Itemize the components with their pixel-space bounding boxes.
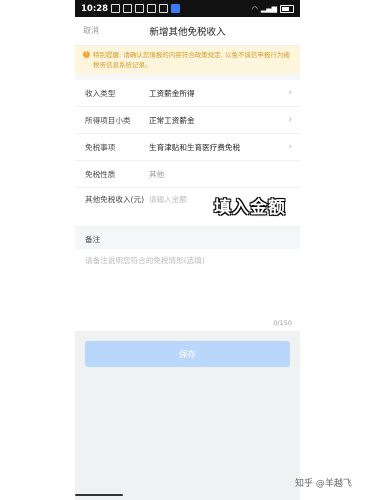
cancel-button[interactable]: 取消 — [83, 25, 99, 36]
save-area: 保存 — [75, 331, 300, 500]
status-time: 10:28 — [81, 3, 109, 14]
notice-banner: ! 特别提醒: 请确认您填报的内容符合政策规定, 以免不诚信申报行为被税务信息系… — [75, 46, 300, 74]
exemption-nature-value: 其他 — [149, 169, 165, 179]
signal-icon: ▂▄▆ — [260, 4, 277, 13]
page-title: 新增其他免税收入 — [149, 27, 226, 38]
nav-bar: 取消 新增其他免税收入 — [75, 17, 300, 46]
income-subcategory-value: 正常工资薪金 — [149, 115, 195, 125]
amount-label: 其他免税收入(元) — [85, 195, 145, 204]
wifi-icon: ◠ — [251, 4, 258, 13]
chevron-right-icon: › — [288, 115, 292, 125]
app-icon — [135, 4, 145, 13]
chevron-right-icon: › — [288, 142, 292, 152]
char-counter: 0/150 — [273, 319, 292, 327]
income-subcategory-label: 所得项目小类 — [85, 115, 131, 125]
app-icon — [171, 4, 181, 13]
status-left: 10:28 — [81, 3, 181, 14]
app-icon — [123, 4, 133, 13]
income-type-label: 收入类型 — [85, 88, 116, 98]
warning-icon: ! — [83, 51, 90, 58]
phone-screen: 10:28 ◠ ▂▄▆ 取消 新增其他免税收入 ! 特别提醒: 请确认您填报的内… — [75, 0, 300, 500]
remarks-placeholder: 请备注说明您符合的免税情形(选填) — [85, 256, 205, 265]
status-right: ◠ ▂▄▆ — [251, 4, 294, 13]
home-indicator[interactable] — [75, 494, 123, 496]
income-subcategory-row[interactable]: 所得项目小类 正常工资薪金 › — [75, 107, 300, 134]
battery-icon — [280, 4, 294, 13]
exemption-nature-label: 免税性质 — [85, 169, 116, 179]
watermark: 知乎 @羊越飞 — [295, 479, 352, 489]
app-icon — [147, 4, 157, 13]
exemption-item-value: 生育津贴和生育医疗费免税 — [149, 142, 241, 152]
remarks-label: 备注 — [75, 227, 300, 249]
income-type-value: 工资薪金所得 — [149, 88, 195, 98]
exemption-item-label: 免税事项 — [85, 142, 116, 152]
notice-text: 特别提醒: 请确认您填报的内容符合政策规定, 以免不诚信申报行为被税务信息系统记… — [93, 51, 290, 69]
annotation-overlay-text: 填入金额 — [214, 198, 286, 218]
exemption-item-row[interactable]: 免税事项 生育津贴和生育医疗费免税 › — [75, 134, 300, 161]
chevron-right-icon: › — [288, 88, 292, 98]
status-bar: 10:28 ◠ ▂▄▆ — [75, 0, 300, 17]
exemption-nature-row: 免税性质 其他 — [75, 161, 300, 188]
notification-icon — [111, 4, 121, 13]
save-button[interactable]: 保存 — [85, 341, 290, 367]
income-type-row[interactable]: 收入类型 工资薪金所得 › — [75, 80, 300, 107]
remarks-textarea[interactable]: 请备注说明您符合的免税情形(选填) 0/150 — [75, 249, 300, 331]
app-icon — [159, 4, 169, 13]
